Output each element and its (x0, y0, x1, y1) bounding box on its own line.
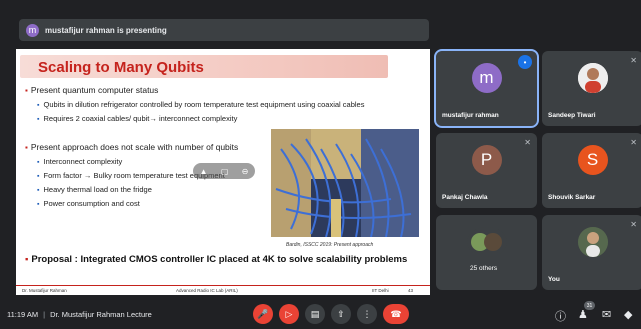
bottom-bar: 11:19 AM | Dr. Mustafijur Rahman Lecture 🎤… (0, 300, 641, 329)
participant-name: You (548, 276, 560, 283)
camera-off-icon: ▷ (285, 308, 293, 319)
speaking-indicator-icon: • (518, 55, 532, 69)
separator: | (43, 310, 46, 319)
present-icon: ⇧ (337, 308, 345, 319)
mic-off-icon: ✕ (630, 56, 637, 65)
presenting-text: mustafijur rahman is presenting (45, 25, 167, 35)
proposal-text: Proposal : Integrated CMOS controller IC… (25, 254, 407, 265)
participant-name: Shouvik Sarkar (548, 194, 596, 201)
top-bar: m mustafijur rahman is presenting (0, 0, 641, 46)
remove-icon[interactable]: ⊖ (242, 167, 249, 176)
more-vert-icon: ⋮ (362, 308, 372, 319)
others-count: 25 others (470, 265, 498, 272)
participant-name: Sandeep Tiwari (548, 112, 596, 119)
photo-caption: Bardin, ISSCC 2019: Present approach (286, 242, 374, 248)
participant-tile[interactable]: ✕ S Shouvik Sarkar (542, 133, 641, 208)
presenting-banner: m mustafijur rahman is presenting (19, 19, 429, 41)
activities-icon[interactable]: ◆ (624, 308, 632, 321)
more-options-button[interactable]: ⋮ (357, 304, 377, 324)
group-avatars-icon (470, 233, 502, 251)
mic-off-icon: ✕ (524, 138, 531, 147)
presentation-controls-overlay[interactable]: ▲ ▢ ⊖ (193, 163, 255, 179)
avatar: m (471, 63, 502, 93)
mic-off-icon: ✕ (630, 220, 637, 229)
avatar (577, 63, 608, 93)
avatar: S (577, 145, 608, 175)
participant-tile[interactable]: ✕ P Pankaj Chawla (436, 133, 537, 208)
presenter-avatar: m (26, 23, 39, 37)
meeting-info: 11:19 AM | Dr. Mustafijur Rahman Lecture (7, 310, 152, 319)
footer-author: Dr. Mustafijur Rahman (22, 288, 67, 293)
leave-call-button[interactable]: ☎ (383, 304, 409, 324)
clock-time: 11:19 AM (7, 310, 39, 319)
bullet-item: Requires 2 coaxial cables/ qubit→ interc… (37, 114, 237, 123)
others-avatars (466, 227, 507, 257)
info-icon[interactable]: ⓘ (555, 308, 566, 324)
camera-off-button[interactable]: ▷ (279, 304, 299, 324)
cryostat-photo-image (271, 129, 419, 237)
footer-page-number: 43 (408, 288, 414, 293)
others-tile[interactable]: 25 others (436, 215, 537, 290)
captions-icon: ▤ (310, 308, 320, 319)
avatar: P (471, 145, 502, 175)
footer-institute: IIT Delhi (372, 288, 389, 293)
cryostat-photo (271, 129, 419, 237)
person-photo-icon (577, 63, 608, 93)
section-heading: Present approach does not scale with num… (25, 142, 238, 152)
mic-off-button[interactable]: 🎤 (253, 304, 273, 324)
participant-tile[interactable]: • m mustafijur rahman (434, 49, 539, 128)
participant-tile[interactable]: ✕ Sandeep Tiwari (542, 51, 641, 126)
bullet-item: Heavy thermal load on the fridge (37, 185, 151, 194)
people-icon[interactable]: ♟ (578, 308, 588, 321)
section-heading: Present quantum computer status (25, 85, 159, 95)
participant-name: mustafijur rahman (442, 112, 499, 119)
fullscreen-icon[interactable]: ▢ (221, 167, 229, 176)
slide-title-box: Scaling to Many Qubits (20, 55, 388, 78)
mic-off-icon: 🎤 (257, 308, 269, 319)
slide-title: Scaling to Many Qubits (38, 59, 204, 76)
self-photo-icon (577, 227, 608, 257)
bullet-item: Qubits in dilution refrigerator controll… (37, 100, 364, 109)
slide-footer: Dr. Mustafijur Rahman Advanced Radio IC … (16, 285, 430, 295)
shared-slide: Scaling to Many Qubits Present quantum c… (16, 49, 430, 295)
participant-name: Pankaj Chawla (442, 194, 488, 201)
meeting-title: Dr. Mustafijur Rahman Lecture (50, 310, 152, 319)
bullet-item: Interconnect complexity (37, 157, 122, 166)
self-tile[interactable]: ✕ You (542, 215, 641, 290)
avatar (577, 227, 608, 257)
footer-lab: Advanced Radio IC Lab (ARIL) (176, 288, 238, 293)
phone-hangup-icon: ☎ (390, 308, 402, 319)
present-button[interactable]: ⇧ (331, 304, 351, 324)
pin-icon[interactable]: ▲ (200, 167, 208, 176)
chat-icon[interactable]: ✉ (602, 308, 611, 321)
mic-off-icon: ✕ (630, 138, 637, 147)
captions-button[interactable]: ▤ (305, 304, 325, 324)
bullet-item: Power consumption and cost (37, 199, 139, 208)
